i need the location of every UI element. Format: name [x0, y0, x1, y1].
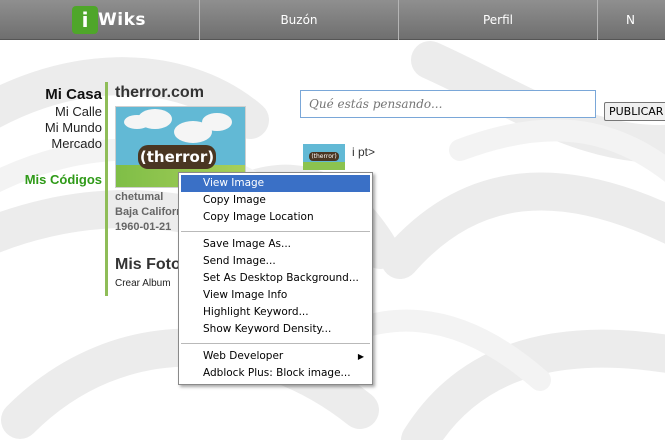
- menu-item-save-image-as[interactable]: Save Image As...: [181, 236, 370, 253]
- menu-item-label: Copy Image: [203, 194, 266, 206]
- tab-buzon[interactable]: Buzón: [200, 0, 399, 40]
- menu-item-copy-image[interactable]: Copy Image: [181, 192, 370, 209]
- menu-item-adblock-block-image[interactable]: Adblock Plus: Block image...: [181, 365, 370, 382]
- photos-section-title: Mis Foto: [115, 256, 181, 273]
- menu-item-label: Save Image As...: [203, 238, 291, 250]
- menu-item-label: Highlight Keyword...: [203, 306, 309, 318]
- menu-separator: [181, 231, 370, 232]
- post-text: i pt>: [352, 145, 376, 159]
- sidebar-item-mis-codigos[interactable]: Mis Códigos: [0, 172, 102, 187]
- top-navigation-bar: i Wiks Buzón Perfil N: [0, 0, 665, 40]
- logo-word: Wiks: [98, 10, 147, 30]
- menu-item-show-keyword-density[interactable]: Show Keyword Density...: [181, 321, 370, 338]
- menu-item-label: Web Developer: [203, 350, 284, 362]
- tab-truncated[interactable]: N: [598, 0, 665, 40]
- grass-shape: [303, 162, 345, 170]
- profile-image-badge: (therror): [138, 145, 216, 169]
- sidebar-item-mi-casa[interactable]: Mi Casa: [0, 86, 102, 104]
- menu-item-label: Adblock Plus: Block image...: [203, 367, 351, 379]
- tab-perfil[interactable]: Perfil: [399, 0, 598, 40]
- cloud-shape: [138, 109, 172, 129]
- menu-item-label: View Image Info: [203, 289, 288, 301]
- menu-item-label: Show Keyword Density...: [203, 323, 332, 335]
- image-context-menu: View Image Copy Image Copy Image Locatio…: [178, 172, 373, 385]
- post-thumbnail-badge: (therror): [309, 152, 339, 161]
- status-input-box[interactable]: [300, 90, 596, 118]
- profile-name[interactable]: therror.com: [115, 84, 245, 102]
- menu-item-web-developer[interactable]: Web Developer ▶: [181, 348, 370, 365]
- create-album-link[interactable]: Crear Album: [115, 278, 171, 289]
- logo-mark: i: [72, 6, 98, 34]
- post-thumbnail[interactable]: (therror): [303, 144, 345, 170]
- menu-item-label: Copy Image Location: [203, 211, 314, 223]
- left-navigation: Mi Casa Mi Calle Mi Mundo Mercado Mis Có…: [0, 86, 102, 187]
- publish-button[interactable]: PUBLICAR: [604, 102, 665, 121]
- menu-item-copy-image-location[interactable]: Copy Image Location: [181, 209, 370, 226]
- menu-item-highlight-keyword[interactable]: Highlight Keyword...: [181, 304, 370, 321]
- menu-separator: [181, 343, 370, 344]
- menu-item-label: View Image: [203, 177, 265, 189]
- menu-item-view-image-info[interactable]: View Image Info: [181, 287, 370, 304]
- sidebar-item-mercado[interactable]: Mercado: [0, 136, 102, 152]
- green-divider: [105, 82, 108, 296]
- menu-item-label: Send Image...: [203, 255, 276, 267]
- sidebar-item-mi-calle[interactable]: Mi Calle: [0, 104, 102, 120]
- logo[interactable]: i Wiks: [0, 0, 200, 40]
- menu-item-label: Set As Desktop Background...: [203, 272, 359, 284]
- chevron-right-icon: ▶: [357, 352, 364, 361]
- menu-item-send-image[interactable]: Send Image...: [181, 253, 370, 270]
- status-input[interactable]: [309, 91, 595, 117]
- menu-item-view-image[interactable]: View Image: [181, 175, 370, 192]
- menu-item-set-desktop-background[interactable]: Set As Desktop Background...: [181, 270, 370, 287]
- sidebar-item-mi-mundo[interactable]: Mi Mundo: [0, 120, 102, 136]
- cloud-shape: [202, 113, 232, 131]
- profile-panel: therror.com (therror) chetumal Baja Cali…: [115, 84, 246, 289]
